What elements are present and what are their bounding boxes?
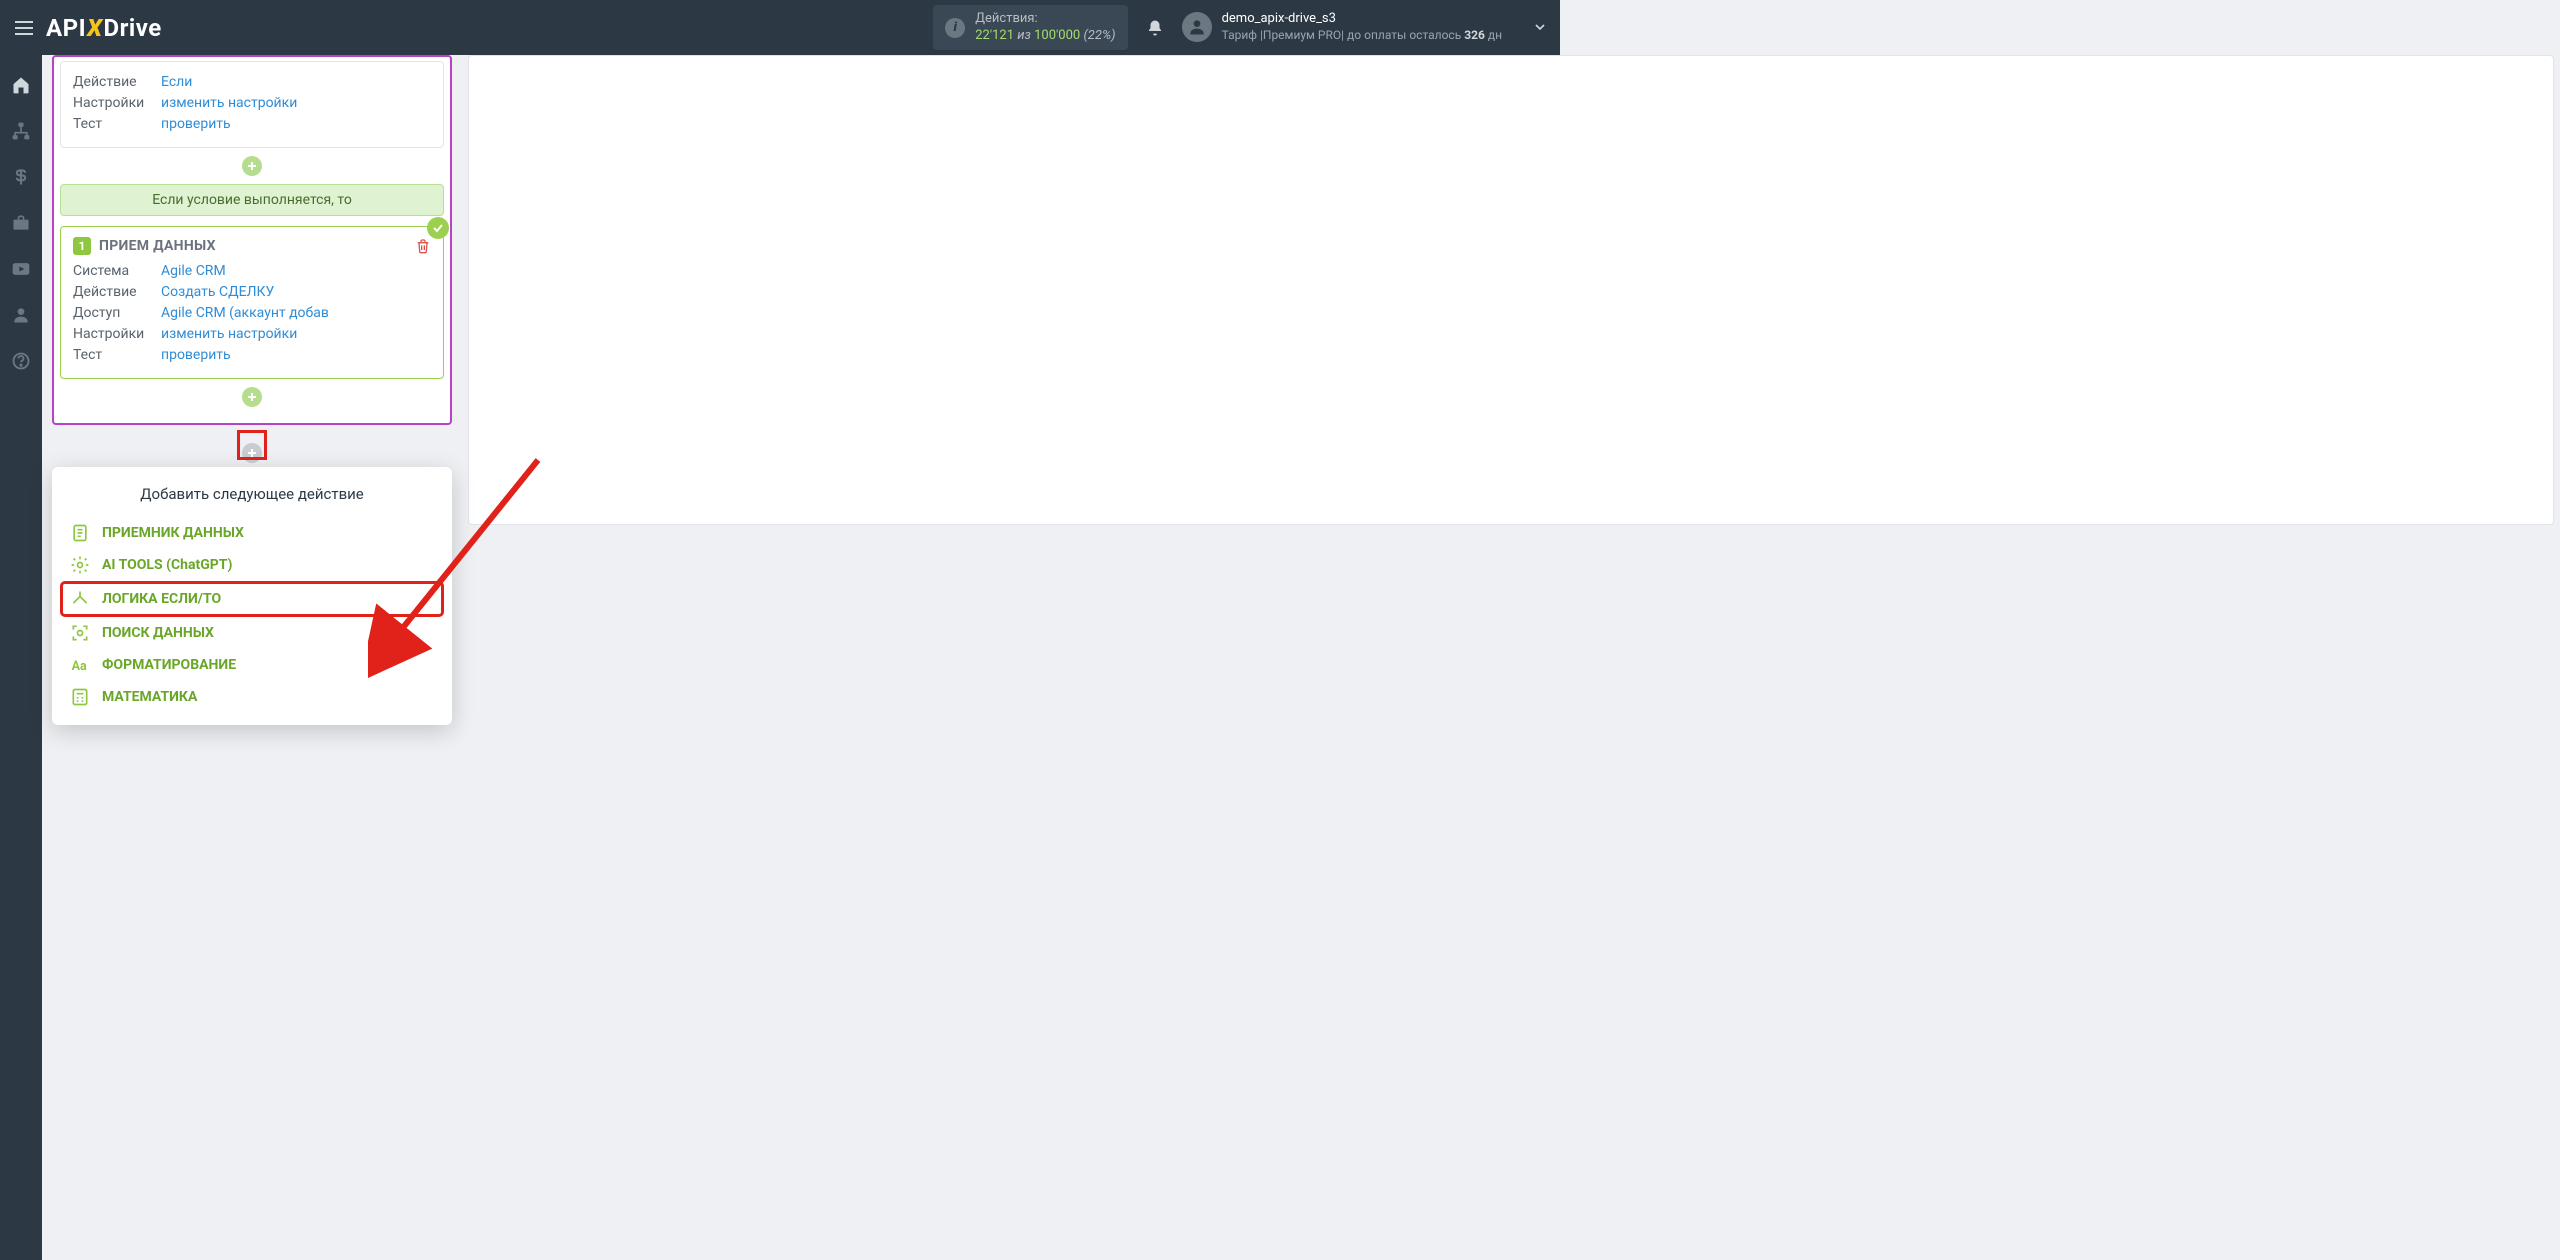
top-header: APIXDrive i Действия: 22'121 из 100'000 … xyxy=(0,0,1560,55)
popup-title: Добавить следующее действие xyxy=(62,485,442,503)
logo[interactable]: APIXDrive xyxy=(46,14,162,42)
user-icon[interactable] xyxy=(11,305,31,325)
menu-item-search-label: ПОИСК ДАННЫХ xyxy=(102,625,214,641)
menu-item-logic[interactable]: ЛОГИКА ЕСЛИ/ТО xyxy=(62,583,442,615)
menu-item-receiver[interactable]: ПРИЕМНИК ДАННЫХ xyxy=(62,517,442,549)
receiver-title: ПРИЕМ ДАННЫХ xyxy=(99,238,216,254)
logo-x: X xyxy=(86,14,103,42)
if-r1-lbl: Действие xyxy=(73,72,161,93)
menu-item-receiver-label: ПРИЕМНИК ДАННЫХ xyxy=(102,525,244,541)
branch-icon xyxy=(70,589,90,609)
youtube-icon[interactable] xyxy=(11,259,31,279)
bell-icon[interactable] xyxy=(1146,19,1164,37)
receiver-card: 1 ПРИЕМ ДАННЫХ СистемаAgile CRM Действие… xyxy=(60,226,444,379)
detail-column xyxy=(462,55,2560,1260)
if-card: ДействиеЕсли Настройкиизменить настройки… xyxy=(60,61,444,148)
rc-r2-val[interactable]: Создать СДЕЛКУ xyxy=(161,282,274,303)
logo-text-2: Drive xyxy=(104,14,162,42)
add-step-button-2[interactable] xyxy=(242,387,262,407)
step-number-badge: 1 xyxy=(73,237,91,255)
sitemap-icon[interactable] xyxy=(11,121,31,141)
trash-icon[interactable] xyxy=(415,238,431,254)
rc-r2-lbl: Действие xyxy=(73,282,161,303)
add-step-button-1[interactable] xyxy=(242,156,262,176)
menu-item-math[interactable]: МАТЕМАТИКА xyxy=(62,681,442,713)
if-r2-val[interactable]: изменить настройки xyxy=(161,93,297,114)
menu-item-logic-label: ЛОГИКА ЕСЛИ/ТО xyxy=(102,591,221,607)
annotation-highlight-box-small xyxy=(237,430,267,460)
avatar-icon xyxy=(1182,12,1212,42)
user-text: demo_apix-drive_s3 Тариф |Премиум PRO| д… xyxy=(1222,11,1502,43)
svg-text:Aa: Aa xyxy=(72,659,87,674)
actions-text: Действия: 22'121 из 100'000 (22%) xyxy=(975,11,1115,45)
info-icon: i xyxy=(945,18,965,38)
main-area: ДействиеЕсли Настройкиизменить настройки… xyxy=(42,55,2560,1260)
rc-r4-lbl: Настройки xyxy=(73,324,161,345)
menu-item-math-label: МАТЕМАТИКА xyxy=(102,689,197,705)
gear-icon xyxy=(70,555,90,575)
tariff-line: Тариф |Премиум PRO| до оплаты осталось 3… xyxy=(1222,28,1502,44)
if-r2-lbl: Настройки xyxy=(73,93,161,114)
actions-counter[interactable]: i Действия: 22'121 из 100'000 (22%) xyxy=(933,5,1127,51)
scan-icon xyxy=(70,623,90,643)
user-name: demo_apix-drive_s3 xyxy=(1222,11,1502,28)
add-action-below xyxy=(48,435,456,471)
home-icon[interactable] xyxy=(11,75,31,95)
calculator-icon xyxy=(70,687,90,707)
actions-used: 22'121 xyxy=(975,28,1014,43)
add-action-popup: Добавить следующее действие ПРИЕМНИК ДАН… xyxy=(52,467,452,725)
if-r1-val[interactable]: Если xyxy=(161,72,192,93)
actions-sep: из xyxy=(1014,28,1034,43)
rc-r1-lbl: Система xyxy=(73,261,161,282)
menu-item-format[interactable]: Aa ФОРМАТИРОВАНИЕ xyxy=(62,649,442,681)
menu-item-ai-label: AI TOOLS (ChatGPT) xyxy=(102,557,232,573)
detail-panel xyxy=(468,55,2554,525)
help-icon[interactable] xyxy=(11,351,31,371)
menu-item-ai[interactable]: AI TOOLS (ChatGPT) xyxy=(62,549,442,581)
menu-item-search[interactable]: ПОИСК ДАННЫХ xyxy=(62,617,442,649)
chevron-down-icon[interactable] xyxy=(1532,19,1548,35)
if-r3-val[interactable]: проверить xyxy=(161,114,231,135)
menu-item-format-label: ФОРМАТИРОВАНИЕ xyxy=(102,657,236,673)
if-r3-lbl: Тест xyxy=(73,114,161,135)
actions-label: Действия: xyxy=(975,11,1115,28)
actions-total: 100'000 xyxy=(1034,28,1080,43)
check-badge-icon xyxy=(427,217,449,239)
sidebar xyxy=(0,55,42,1260)
dollar-icon[interactable] xyxy=(11,167,31,187)
hamburger-menu-button[interactable] xyxy=(12,16,36,40)
rc-r3-val[interactable]: Agile CRM (аккаунт добав xyxy=(161,303,329,324)
rc-r1-val[interactable]: Agile CRM xyxy=(161,261,226,282)
workflow-column: ДействиеЕсли Настройкиизменить настройки… xyxy=(42,55,462,1260)
briefcase-icon[interactable] xyxy=(11,213,31,233)
rc-r4-val[interactable]: изменить настройки xyxy=(161,324,297,345)
rc-r5-val[interactable]: проверить xyxy=(161,345,231,366)
text-icon: Aa xyxy=(70,655,90,675)
condition-true-bar: Если условие выполняется, то xyxy=(60,184,444,216)
logo-text-1: API xyxy=(46,14,86,42)
user-block[interactable]: demo_apix-drive_s3 Тариф |Премиум PRO| д… xyxy=(1182,11,1548,43)
rc-r3-lbl: Доступ xyxy=(73,303,161,324)
rc-r5-lbl: Тест xyxy=(73,345,161,366)
clipboard-icon xyxy=(70,523,90,543)
logic-block-frame: ДействиеЕсли Настройкиизменить настройки… xyxy=(52,55,452,425)
actions-pct: (22%) xyxy=(1083,28,1115,43)
